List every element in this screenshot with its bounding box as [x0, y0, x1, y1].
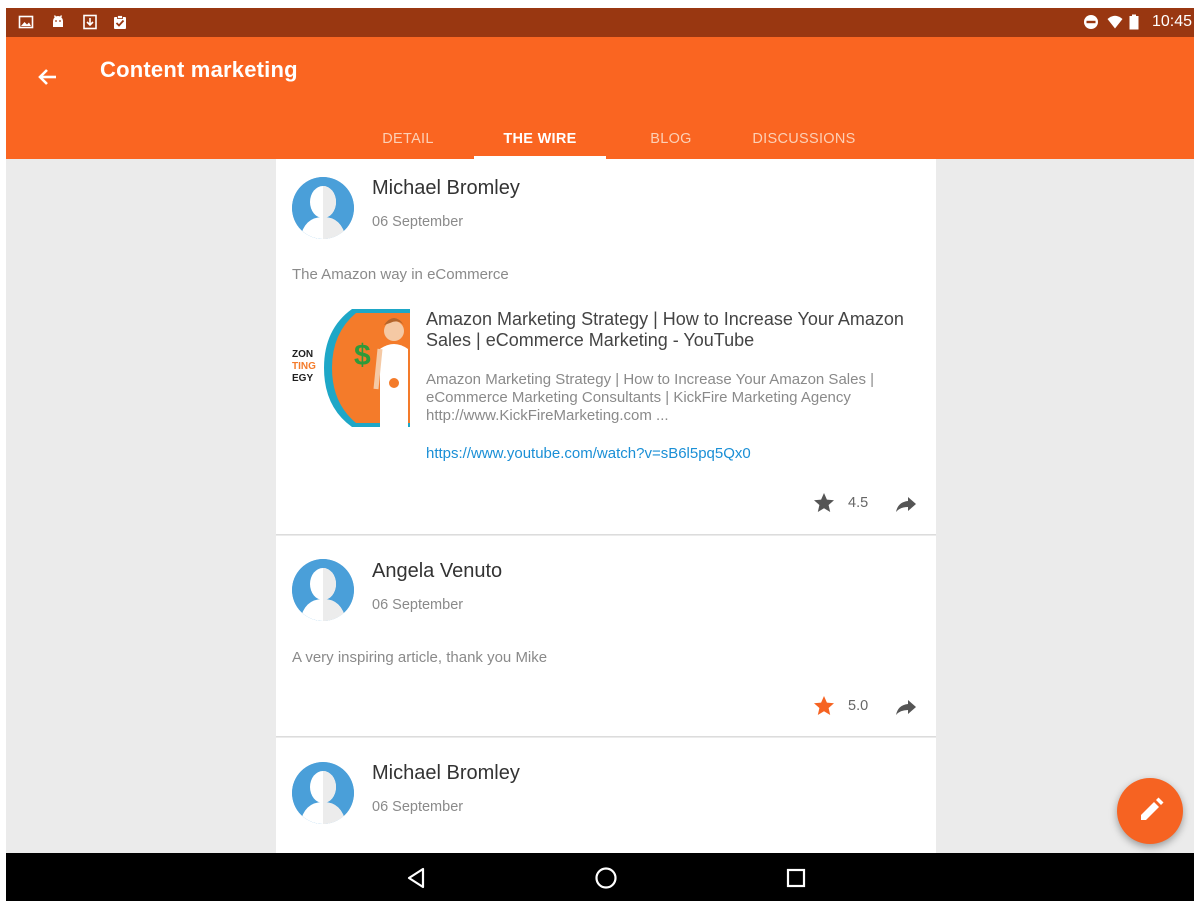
screen: 10:45 Content marketing DETAIL THE WIRE … [6, 8, 1194, 901]
tab-bar: DETAIL THE WIRE BLOG DISCUSSIONS [6, 117, 1194, 159]
status-bar: 10:45 [6, 8, 1194, 37]
navigation-bar [6, 853, 1194, 901]
wifi-icon [1107, 15, 1123, 29]
image-icon [18, 15, 34, 29]
post-date: 06 September [372, 799, 464, 815]
clipboard-check-icon [114, 15, 126, 29]
link-thumbnail[interactable]: $ ZON TING EGY [292, 309, 410, 427]
page-title: Content marketing [100, 57, 298, 82]
post-author[interactable]: Michael Bromley [372, 177, 520, 200]
post-text: A very inspiring article, thank you Mike [292, 649, 548, 666]
star-icon[interactable] [812, 694, 836, 718]
avatar[interactable] [292, 177, 354, 239]
thumbnail-caption-line: EGY [292, 373, 314, 384]
avatar[interactable] [292, 559, 354, 621]
pencil-icon [1141, 797, 1164, 820]
user-silhouette-icon [292, 762, 354, 824]
post-date: 06 September [372, 214, 464, 230]
thumbnail-caption-line: ZON [292, 349, 314, 360]
arrow-back-icon[interactable] [30, 59, 66, 95]
tab-discussions[interactable]: DISCUSSIONS [738, 117, 870, 159]
share-icon[interactable] [894, 695, 918, 719]
clock: 10:45 [1151, 13, 1192, 30]
dollar-sign-icon: $ [354, 339, 371, 372]
do-not-disturb-icon [1084, 15, 1098, 29]
thumbnail-caption-line: TING [292, 361, 316, 372]
home-circle-icon[interactable] [593, 865, 619, 891]
app-bar: Content marketing DETAIL THE WIRE BLOG D… [6, 37, 1194, 159]
recents-square-icon[interactable] [783, 865, 809, 891]
post-author[interactable]: Michael Bromley [372, 762, 520, 785]
download-icon [83, 14, 97, 30]
post-card: Angela Venuto 06 September A very inspir… [276, 536, 936, 737]
link-description: Amazon Marketing Strategy | How to Incre… [426, 371, 875, 424]
user-silhouette-icon [292, 177, 354, 239]
wire-feed[interactable]: Michael Bromley 06 September The Amazon … [276, 159, 936, 853]
tab-the-wire[interactable]: THE WIRE [474, 117, 606, 159]
user-silhouette-icon [292, 559, 354, 621]
post-author[interactable]: Angela Venuto [372, 560, 502, 583]
share-icon[interactable] [894, 492, 918, 516]
tab-detail[interactable]: DETAIL [358, 117, 458, 159]
post-card: Michael Bromley 06 September The Amazon … [276, 159, 936, 535]
rating-value: 4.5 [848, 495, 869, 511]
link-url[interactable]: https://www.youtube.com/watch?v=sB6l5pq5… [426, 445, 751, 462]
link-title[interactable]: Amazon Marketing Strategy | How to Incre… [426, 309, 921, 351]
post-card: Michael Bromley 06 September [276, 738, 936, 853]
star-icon[interactable] [812, 491, 836, 515]
compose-button[interactable] [1117, 778, 1183, 844]
thumbnail-caption: ZON TING EGY [292, 349, 316, 385]
back-triangle-icon[interactable] [404, 865, 430, 891]
android-icon [53, 15, 63, 27]
post-text: The Amazon way in eCommerce [292, 266, 509, 283]
battery-icon [1129, 14, 1139, 30]
avatar[interactable] [292, 762, 354, 824]
post-date: 06 September [372, 597, 464, 613]
rating-value: 5.0 [848, 698, 869, 714]
tab-blog[interactable]: BLOG [621, 117, 721, 159]
